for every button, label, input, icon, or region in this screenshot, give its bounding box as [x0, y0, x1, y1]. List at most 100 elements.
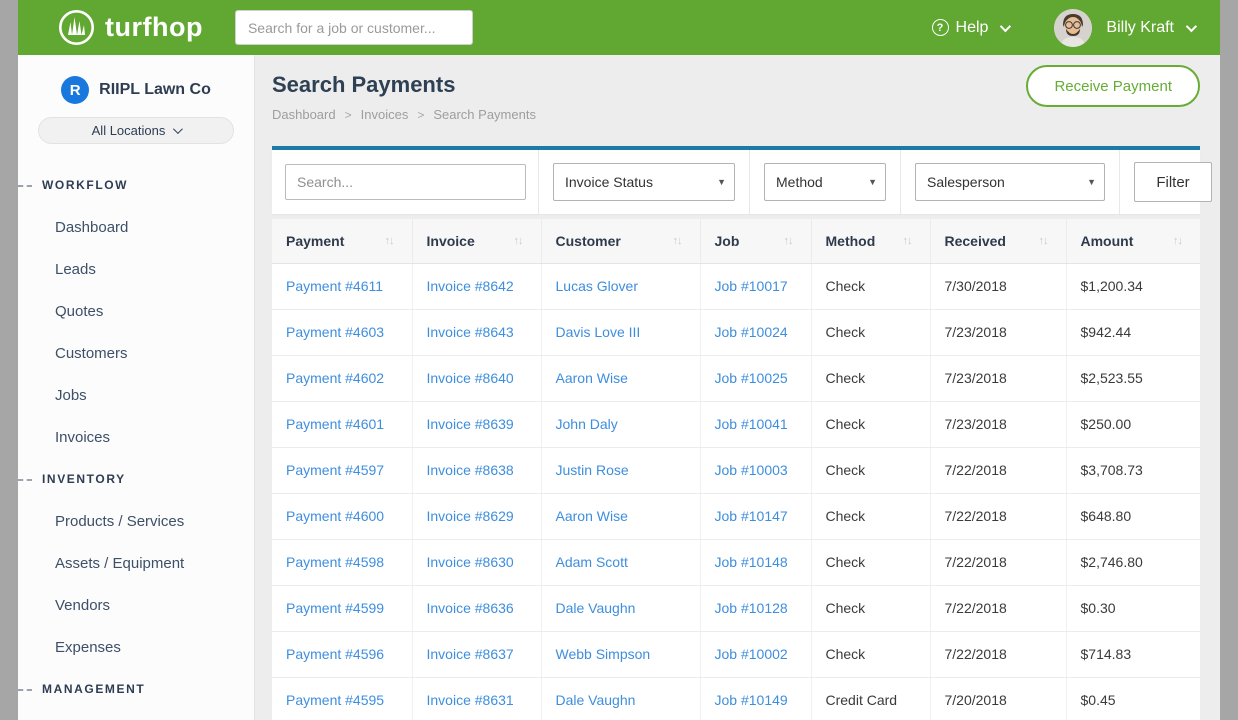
- sidebar-item-products-services[interactable]: Products / Services: [18, 500, 254, 542]
- payment-link[interactable]: Payment #4600: [272, 493, 412, 539]
- sidebar-section-management[interactable]: MANAGEMENT: [18, 668, 254, 710]
- customer-link[interactable]: John Daly: [541, 401, 700, 447]
- method-cell: Check: [811, 401, 930, 447]
- window-edge-left: [0, 0, 18, 720]
- column-header-job[interactable]: Job↑↓: [700, 219, 811, 263]
- received-cell: 7/30/2018: [930, 263, 1066, 309]
- brand-logo[interactable]: turfhop: [58, 9, 203, 46]
- payment-link[interactable]: Payment #4599: [272, 585, 412, 631]
- column-label: Method: [826, 233, 876, 249]
- invoice-status-select[interactable]: Invoice Status: [553, 163, 735, 201]
- invoice-link[interactable]: Invoice #8631: [412, 677, 541, 720]
- sidebar-nav: WORKFLOWDashboardLeadsQuotesCustomersJob…: [18, 164, 254, 720]
- invoice-link[interactable]: Invoice #8638: [412, 447, 541, 493]
- sidebar-item-leads[interactable]: Leads: [18, 248, 254, 290]
- filter-button[interactable]: Filter: [1134, 162, 1212, 202]
- invoice-link[interactable]: Invoice #8629: [412, 493, 541, 539]
- job-link[interactable]: Job #10017: [700, 263, 811, 309]
- invoice-link[interactable]: Invoice #8630: [412, 539, 541, 585]
- sort-arrows-icon[interactable]: ↑↓: [903, 235, 916, 247]
- column-header-invoice[interactable]: Invoice↑↓: [412, 219, 541, 263]
- user-menu-chevron-icon[interactable]: [1186, 20, 1197, 31]
- column-header-payment[interactable]: Payment ↑↓: [272, 219, 412, 263]
- column-header-received[interactable]: Received↑↓: [930, 219, 1066, 263]
- table-search-input[interactable]: [285, 164, 526, 200]
- sort-arrows-icon[interactable]: ↑↓: [673, 235, 686, 247]
- payment-link[interactable]: Payment #4596: [272, 631, 412, 677]
- column-label: Payment: [286, 233, 344, 249]
- section-dash-icon: [18, 185, 32, 187]
- job-link[interactable]: Job #10024: [700, 309, 811, 355]
- customer-link[interactable]: Aaron Wise: [541, 355, 700, 401]
- received-cell: 7/22/2018: [930, 585, 1066, 631]
- user-name: Billy Kraft: [1106, 19, 1174, 37]
- payment-link[interactable]: Payment #4603: [272, 309, 412, 355]
- sidebar-item-expenses[interactable]: Expenses: [18, 626, 254, 668]
- job-link[interactable]: Job #10128: [700, 585, 811, 631]
- breadcrumb-item[interactable]: Dashboard: [272, 107, 336, 122]
- payment-link[interactable]: Payment #4602: [272, 355, 412, 401]
- job-link[interactable]: Job #10025: [700, 355, 811, 401]
- sort-arrows-icon[interactable]: ↑↓: [514, 235, 527, 247]
- customer-link[interactable]: Dale Vaughn: [541, 677, 700, 720]
- payment-link[interactable]: Payment #4595: [272, 677, 412, 720]
- job-link[interactable]: Job #10149: [700, 677, 811, 720]
- invoice-link[interactable]: Invoice #8640: [412, 355, 541, 401]
- sort-arrows-icon[interactable]: ↑↓: [1039, 235, 1052, 247]
- job-link[interactable]: Job #10148: [700, 539, 811, 585]
- invoice-link[interactable]: Invoice #8639: [412, 401, 541, 447]
- user-avatar[interactable]: [1054, 9, 1092, 47]
- sidebar-item-customers[interactable]: Customers: [18, 332, 254, 374]
- payment-link[interactable]: Payment #4611: [272, 263, 412, 309]
- customer-link[interactable]: Webb Simpson: [541, 631, 700, 677]
- sidebar-item-invoices[interactable]: Invoices: [18, 416, 254, 458]
- invoice-link[interactable]: Invoice #8642: [412, 263, 541, 309]
- help-menu[interactable]: ? Help: [932, 19, 1009, 37]
- sort-arrows-icon[interactable]: ↑↓: [1173, 235, 1186, 247]
- sidebar-item-jobs[interactable]: Jobs: [18, 374, 254, 416]
- customer-link[interactable]: Adam Scott: [541, 539, 700, 585]
- invoice-link[interactable]: Invoice #8643: [412, 309, 541, 355]
- sidebar-section-reports[interactable]: REPORTS: [18, 710, 254, 720]
- customer-link[interactable]: Aaron Wise: [541, 493, 700, 539]
- receive-payment-button[interactable]: Receive Payment: [1026, 65, 1200, 107]
- job-link[interactable]: Job #10041: [700, 401, 811, 447]
- column-header-customer[interactable]: Customer↑↓: [541, 219, 700, 263]
- sidebar-section-inventory[interactable]: INVENTORY: [18, 458, 254, 500]
- global-search-input[interactable]: [235, 10, 473, 45]
- customer-link[interactable]: Davis Love III: [541, 309, 700, 355]
- column-header-method[interactable]: Method ↑↓: [811, 219, 930, 263]
- method-select[interactable]: Method: [764, 163, 886, 201]
- received-cell: 7/23/2018: [930, 309, 1066, 355]
- customer-link[interactable]: Justin Rose: [541, 447, 700, 493]
- payment-link[interactable]: Payment #4598: [272, 539, 412, 585]
- location-selector[interactable]: All Locations: [38, 117, 234, 144]
- table-row: Payment #4601Invoice #8639John DalyJob #…: [272, 401, 1200, 447]
- customer-link[interactable]: Lucas Glover: [541, 263, 700, 309]
- job-link[interactable]: Job #10002: [700, 631, 811, 677]
- chevron-down-icon: [173, 124, 183, 134]
- method-cell: Check: [811, 631, 930, 677]
- invoice-link[interactable]: Invoice #8637: [412, 631, 541, 677]
- job-link[interactable]: Job #10147: [700, 493, 811, 539]
- invoice-link[interactable]: Invoice #8636: [412, 585, 541, 631]
- breadcrumb: Dashboard>Invoices>Search Payments: [272, 107, 1200, 122]
- breadcrumb-item: Search Payments: [433, 107, 536, 122]
- payments-table-card: Payment↑↓Invoice↑↓Customer↑↓Job↑↓Method↑…: [272, 219, 1200, 720]
- help-label: Help: [956, 19, 989, 37]
- customer-link[interactable]: Dale Vaughn: [541, 585, 700, 631]
- sidebar-item-assets-equipment[interactable]: Assets / Equipment: [18, 542, 254, 584]
- sidebar-item-vendors[interactable]: Vendors: [18, 584, 254, 626]
- sidebar-item-quotes[interactable]: Quotes: [18, 290, 254, 332]
- breadcrumb-item[interactable]: Invoices: [361, 107, 409, 122]
- job-link[interactable]: Job #10003: [700, 447, 811, 493]
- sidebar-section-workflow[interactable]: WORKFLOW: [18, 164, 254, 206]
- sidebar-item-dashboard[interactable]: Dashboard: [18, 206, 254, 248]
- company-badge: R: [61, 76, 89, 104]
- sort-arrows-icon[interactable]: ↑↓: [784, 235, 797, 247]
- sort-arrows-icon[interactable]: ↑↓: [385, 235, 398, 247]
- salesperson-select[interactable]: Salesperson: [915, 163, 1105, 201]
- column-header-amount[interactable]: Amount↑↓: [1066, 219, 1200, 263]
- payment-link[interactable]: Payment #4597: [272, 447, 412, 493]
- payment-link[interactable]: Payment #4601: [272, 401, 412, 447]
